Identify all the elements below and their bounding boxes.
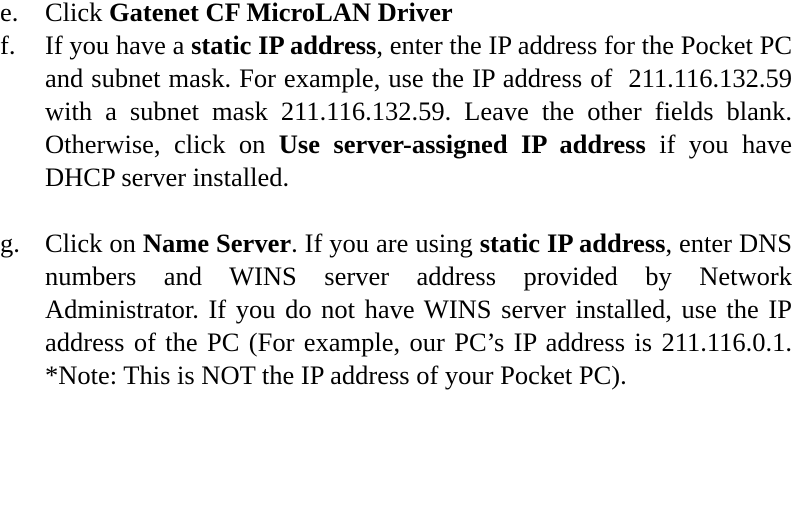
list-item-step-g: g. Click on Name Server. If you are usin… bbox=[0, 227, 792, 392]
step-g-text: Click on Name Server. If you are using s… bbox=[45, 227, 792, 392]
document-page: e. Click Gatenet CF MicroLAN Driver f. I… bbox=[0, 0, 792, 513]
list-marker-f: f. bbox=[0, 30, 16, 60]
list-item-step-e: e. Click Gatenet CF MicroLAN Driver bbox=[0, 0, 792, 29]
list-marker-e: e. bbox=[0, 0, 19, 27]
list-item-step-f: f. If you have a static IP address, ente… bbox=[0, 29, 792, 194]
list-marker-g: g. bbox=[0, 228, 20, 258]
body-text: If you have a bbox=[45, 30, 192, 60]
body-text: . If you are using bbox=[291, 228, 480, 258]
body-text: Click bbox=[45, 0, 110, 27]
body-text: Click on bbox=[45, 228, 143, 258]
step-f-text: If you have a static IP address, enter t… bbox=[45, 29, 792, 194]
step-e-text: Click Gatenet CF MicroLAN Driver bbox=[45, 0, 792, 29]
instruction-list: e. Click Gatenet CF MicroLAN Driver f. I… bbox=[0, 0, 792, 392]
emphasis-text: static IP address bbox=[479, 228, 666, 258]
emphasis-text: static IP address bbox=[191, 30, 377, 60]
emphasis-text: Gatenet CF MicroLAN Driver bbox=[109, 0, 453, 27]
emphasis-text: Name Server bbox=[142, 228, 292, 258]
emphasis-text: Use server-assigned IP address bbox=[278, 129, 646, 159]
